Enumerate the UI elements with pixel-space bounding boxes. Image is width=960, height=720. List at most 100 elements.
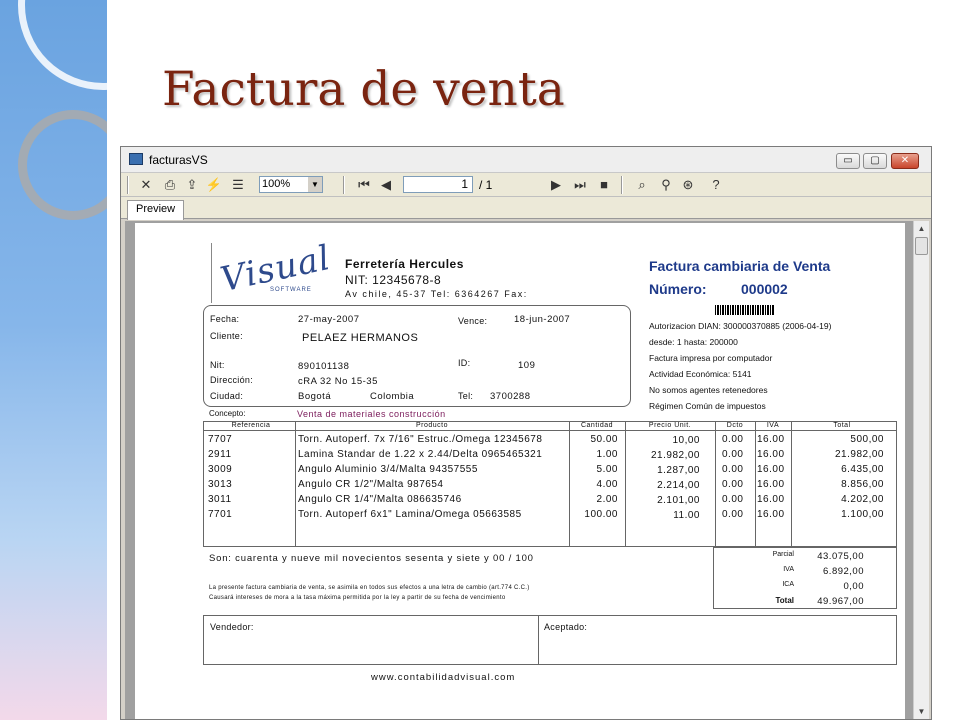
group-tree-icon[interactable]: ☰	[229, 176, 247, 194]
table-row[interactable]: 3013 Angulo CR 1/2"/Malta 987654 4.00 2.…	[204, 478, 896, 493]
vertical-scrollbar[interactable]: ▲ ▼	[913, 221, 929, 719]
direccion-label: Dirección:	[210, 375, 254, 385]
nit-label: Nit:	[210, 360, 225, 370]
qty-cell: 1.00	[596, 449, 618, 460]
price-cell: 2.214,00	[657, 480, 700, 491]
table-row[interactable]: 3009 Angulo Aluminio 3/4/Malta 94357555 …	[204, 463, 896, 478]
title-bar[interactable]: facturasVS ▭ ▢ ✕	[121, 147, 931, 173]
pais-value: Colombia	[370, 391, 415, 402]
signature-box: Vendedor: Aceptado:	[203, 615, 897, 665]
price-cell: 2.101,00	[657, 495, 700, 506]
iva-cell: 16.00	[757, 464, 785, 475]
table-header: Referencia Producto Cantidad Precio Unit…	[204, 422, 896, 431]
decorative-ring	[18, 110, 107, 220]
ref-cell: 2911	[208, 449, 232, 460]
legal-line: Actividad Económica: 5141	[649, 369, 752, 379]
tab-preview[interactable]: Preview	[127, 200, 185, 220]
id-label: ID:	[458, 358, 471, 368]
product-cell: Torn. Autoperf. 7x 7/16" Estruc./Omega 1…	[298, 434, 543, 445]
qty-cell: 50.00	[590, 434, 618, 445]
stop-icon[interactable]: ■	[595, 176, 613, 194]
ciudad-label: Ciudad:	[210, 391, 244, 401]
column-header: Referencia	[231, 422, 271, 429]
last-page-icon[interactable]: ⏭	[571, 176, 589, 194]
invoice-title: Factura cambiaria de Venta	[649, 258, 831, 274]
zoom-select[interactable]: 100% ▼	[259, 176, 323, 193]
ref-cell: 3011	[208, 494, 232, 505]
total-cell: 6.435,00	[841, 464, 884, 475]
total-cell: 4.202,00	[841, 494, 884, 505]
scroll-thumb[interactable]	[915, 237, 928, 255]
items-table: Referencia Producto Cantidad Precio Unit…	[203, 421, 897, 547]
product-cell: Lamina Standar de 1.22 x 2.44/Delta 0965…	[298, 449, 543, 460]
company-logo: Visual SOFTWARE	[211, 238, 334, 303]
signature-divider	[538, 616, 539, 664]
totals-value: 6.892,00	[823, 566, 864, 577]
product-cell: Angulo Aluminio 3/4/Malta 94357555	[298, 464, 478, 475]
table-row[interactable]: 3011 Angulo CR 1/4"/Malta 086635746 2.00…	[204, 493, 896, 508]
cliente-label: Cliente:	[210, 331, 243, 341]
vence-label: Vence:	[458, 316, 488, 326]
export-icon[interactable]: ⇪	[183, 176, 201, 194]
search-icon[interactable]: ⌕	[633, 176, 651, 194]
price-cell: 11.00	[673, 510, 700, 521]
product-cell: Torn. Autoperf 6x1" Lamina/Omega 0566358…	[298, 509, 522, 520]
previous-page-icon[interactable]: ◀	[377, 176, 395, 194]
totals-label: Parcial	[772, 551, 794, 558]
close-report-icon[interactable]: ✕	[137, 176, 155, 194]
slide-title: Factura de venta	[162, 62, 565, 117]
ref-cell: 3009	[208, 464, 233, 475]
scroll-down-icon[interactable]: ▼	[914, 704, 929, 719]
print-icon[interactable]: ⎙	[161, 176, 179, 194]
total-cell: 21.982,00	[835, 449, 884, 460]
maximize-button[interactable]: ▢	[863, 153, 887, 169]
zoom-value: 100%	[262, 178, 291, 190]
vence-value: 18-jun-2007	[514, 314, 571, 325]
column-header: Precio Unit.	[648, 422, 692, 429]
scroll-up-icon[interactable]: ▲	[914, 221, 929, 236]
legal-fine-print: La presente factura cambiaria de venta, …	[209, 585, 530, 591]
legal-line: No somos agentes retenedores	[649, 385, 768, 395]
website-url: www.contabilidadvisual.com	[371, 672, 516, 683]
table-row[interactable]: 2911 Lamina Standar de 1.22 x 2.44/Delta…	[204, 448, 896, 463]
next-page-icon[interactable]: ▶	[547, 176, 565, 194]
iva-cell: 16.00	[757, 479, 785, 490]
table-row[interactable]: 7707 Torn. Autoperf. 7x 7/16" Estruc./Om…	[204, 433, 896, 448]
report-viewport: Visual SOFTWARE Ferretería Hercules NIT:…	[125, 221, 913, 719]
table-row[interactable]: 7701 Torn. Autoperf 6x1" Lamina/Omega 05…	[204, 508, 896, 523]
page-count: / 1	[479, 178, 493, 192]
find-icon[interactable]: ⚲	[657, 176, 675, 194]
dcto-cell: 0.00	[722, 464, 744, 475]
first-page-icon[interactable]: ⏮	[355, 176, 373, 194]
refresh-icon[interactable]: ⚡	[205, 176, 223, 194]
price-cell: 10,00	[672, 435, 700, 446]
totals-box: Parcial 43.075,00 IVA 6.892,00 ICA 0,00 …	[713, 547, 897, 609]
company-address: Av chile, 45-37 Tel: 6364267 Fax:	[345, 289, 528, 299]
fecha-label: Fecha:	[210, 314, 240, 324]
tel-value: 3700288	[490, 391, 531, 402]
legal-line: Régimen Común de impuestos	[649, 401, 766, 411]
logo-subtitle: SOFTWARE	[270, 287, 312, 293]
iva-cell: 16.00	[757, 494, 785, 505]
tel-label: Tel:	[458, 391, 474, 401]
toolbar-separator	[343, 176, 345, 194]
product-cell: Angulo CR 1/4"/Malta 086635746	[298, 494, 462, 505]
total-cell: 500,00	[850, 434, 884, 445]
window-title: facturasVS	[149, 153, 208, 167]
page-number-input[interactable]: 1	[403, 176, 473, 193]
qty-cell: 4.00	[596, 479, 618, 490]
binoculars-icon[interactable]: ⊛	[679, 176, 697, 194]
help-icon[interactable]: ?	[707, 176, 725, 194]
toolbar-separator	[621, 176, 623, 194]
dcto-cell: 0.00	[722, 494, 744, 505]
ciudad-value: Bogotá	[298, 391, 332, 402]
tab-strip: Preview	[121, 197, 931, 220]
report-toolbar: ✕ ⎙ ⇪ ⚡ ☰ 100% ▼ ⏮ ◀ 1 / 1 ▶ ⏭ ■ ⌕ ⚲ ⊛ ?	[121, 173, 931, 197]
close-window-button[interactable]: ✕	[891, 153, 919, 169]
iva-cell: 16.00	[757, 434, 785, 445]
vendedor-label: Vendedor:	[210, 622, 254, 632]
legal-line: Autorizacion DIAN: 300000370885 (2006-04…	[649, 321, 832, 331]
totals-value: 0,00	[843, 581, 864, 592]
minimize-button[interactable]: ▭	[836, 153, 860, 169]
chevron-down-icon[interactable]: ▼	[308, 177, 322, 192]
